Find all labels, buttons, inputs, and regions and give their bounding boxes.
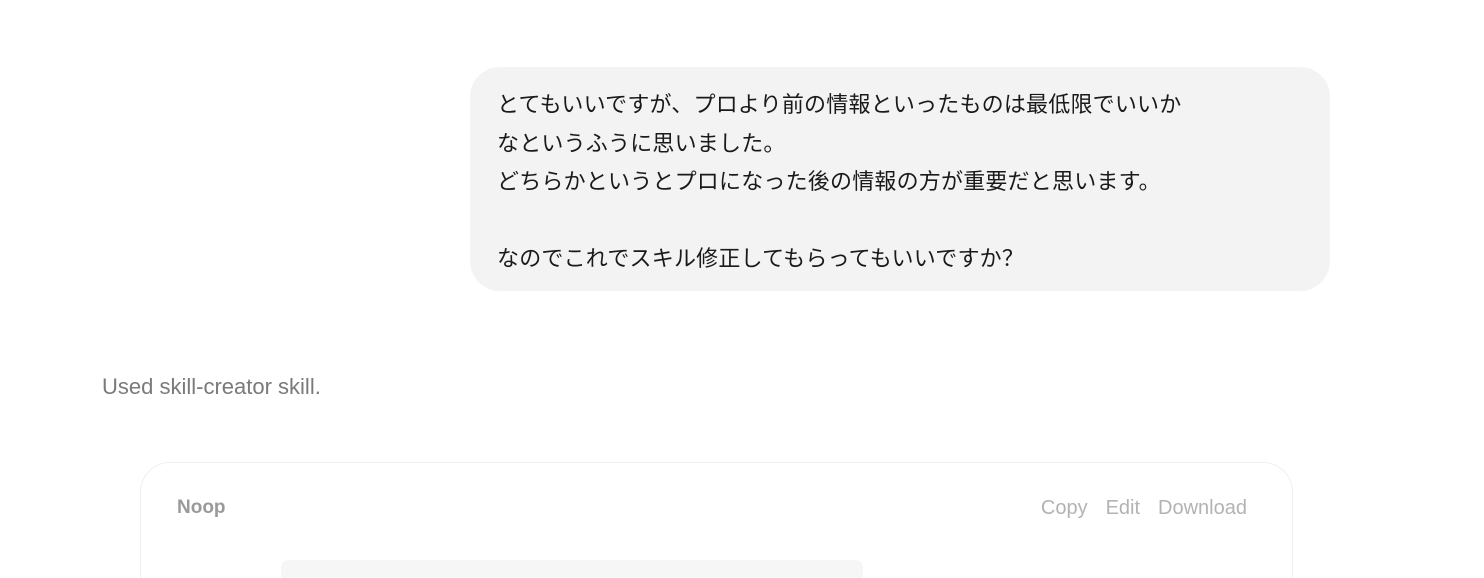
artifact-title: Noop	[177, 497, 226, 518]
download-button[interactable]: Download	[1158, 493, 1247, 523]
chat-view: とてもいいですが、プロより前の情報といったものは最低限でいいか なというふうに思…	[0, 0, 1484, 578]
skill-status-text[interactable]: Used skill-creator skill.	[102, 372, 321, 402]
message-line: なのでこれでスキル修正してもらってもいいですか？	[497, 247, 1025, 272]
artifact-card: Noop Copy Edit Download	[140, 462, 1293, 578]
artifact-actions: Copy Edit Download	[1041, 493, 1247, 523]
artifact-preview	[281, 560, 863, 578]
edit-button[interactable]: Edit	[1106, 493, 1140, 523]
user-message-bubble: とてもいいですが、プロより前の情報といったものは最低限でいいか なというふうに思…	[470, 67, 1330, 291]
message-line	[497, 203, 1302, 242]
message-line: なというふうに思いました。	[497, 131, 786, 157]
message-line: どちらかというとプロになった後の情報の方が重要だと思います。	[497, 170, 1161, 195]
copy-button[interactable]: Copy	[1041, 493, 1088, 523]
message-line: とてもいいですが、プロより前の情報といったものは最低限でいいか	[497, 93, 1182, 118]
